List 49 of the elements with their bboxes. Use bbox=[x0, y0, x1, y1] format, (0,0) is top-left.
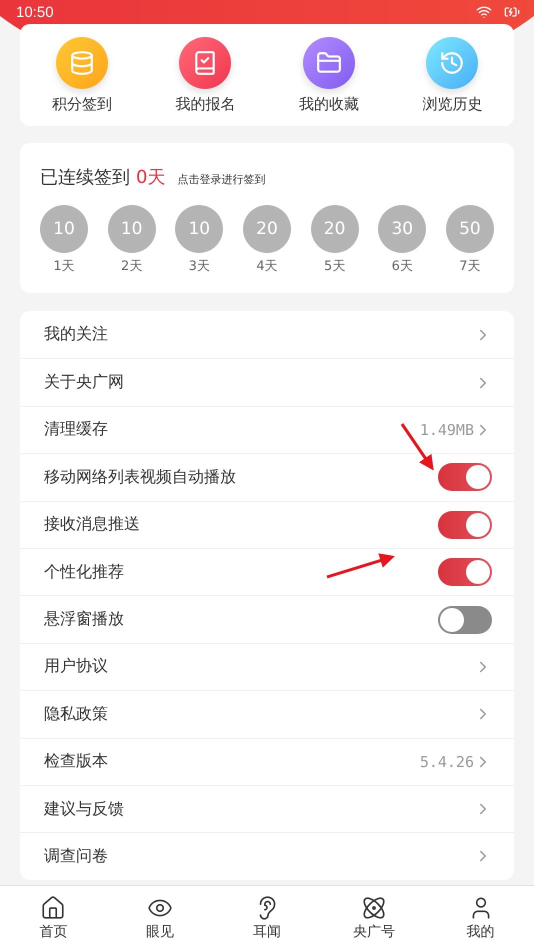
points-coin: 20 bbox=[310, 205, 359, 253]
setting-label: 关于央广网 bbox=[44, 372, 124, 394]
toggle-switch[interactable] bbox=[438, 510, 492, 539]
setting-value: 5.4.26 bbox=[420, 752, 474, 771]
nav-tab[interactable]: 央广号 bbox=[320, 886, 428, 950]
day-label: 3天 bbox=[188, 258, 210, 275]
home-icon bbox=[40, 895, 66, 921]
setting-label: 移动网络列表视频自动播放 bbox=[44, 466, 236, 488]
nav-tab[interactable]: 首页 bbox=[0, 886, 107, 950]
nav-tab[interactable]: 眼见 bbox=[106, 886, 214, 950]
status-time: 10:50 bbox=[16, 4, 54, 20]
annotation-arrow bbox=[326, 553, 395, 578]
checkin-days: 0天 bbox=[136, 165, 166, 189]
setting-label: 悬浮窗播放 bbox=[44, 609, 124, 630]
setting-label: 调查问卷 bbox=[44, 846, 108, 867]
points-coin: 20 bbox=[242, 205, 291, 253]
nav-tab[interactable]: 我的 bbox=[427, 886, 534, 950]
shortcut-label[interactable]: 我的报名 bbox=[175, 94, 236, 114]
points-coin: 50 bbox=[446, 205, 494, 253]
day-label: 7天 bbox=[459, 258, 481, 275]
day-label: 2天 bbox=[121, 258, 142, 275]
day-label: 1天 bbox=[53, 258, 75, 275]
checkin-hint[interactable]: 点击登录进行签到 bbox=[177, 172, 266, 187]
setting-label: 隐私政策 bbox=[44, 704, 108, 725]
points-coin: 10 bbox=[40, 205, 88, 253]
toggle-switch[interactable] bbox=[438, 463, 492, 492]
shortcut-label[interactable]: 积分签到 bbox=[52, 94, 112, 114]
setting-label: 建议与反馈 bbox=[44, 798, 124, 820]
points-coin: 10 bbox=[108, 205, 156, 253]
setting-label: 用户协议 bbox=[44, 656, 108, 678]
setting-label: 清理缓存 bbox=[44, 419, 108, 440]
setting-label: 接收消息推送 bbox=[44, 514, 140, 536]
toggle-switch[interactable] bbox=[438, 558, 492, 586]
points-coin: 10 bbox=[175, 205, 224, 253]
checkin-title: 已连续签到 bbox=[40, 166, 130, 189]
toggle-switch[interactable] bbox=[438, 606, 492, 634]
wifi-icon bbox=[476, 4, 492, 20]
setting-label: 我的关注 bbox=[44, 324, 108, 346]
setting-label: 检查版本 bbox=[44, 751, 108, 772]
setting-label: 个性化推荐 bbox=[44, 562, 124, 583]
points-coin: 30 bbox=[378, 205, 426, 253]
atom-icon bbox=[360, 895, 387, 921]
nav-tab[interactable]: 耳闻 bbox=[214, 886, 320, 950]
shortcut-label[interactable]: 我的收藏 bbox=[298, 94, 359, 114]
setting-value: 1.49MB bbox=[420, 420, 474, 439]
day-label: 6天 bbox=[392, 258, 413, 275]
day-label: 4天 bbox=[256, 258, 278, 275]
shortcut-label[interactable]: 浏览历史 bbox=[422, 94, 482, 114]
day-label: 5天 bbox=[324, 258, 346, 275]
